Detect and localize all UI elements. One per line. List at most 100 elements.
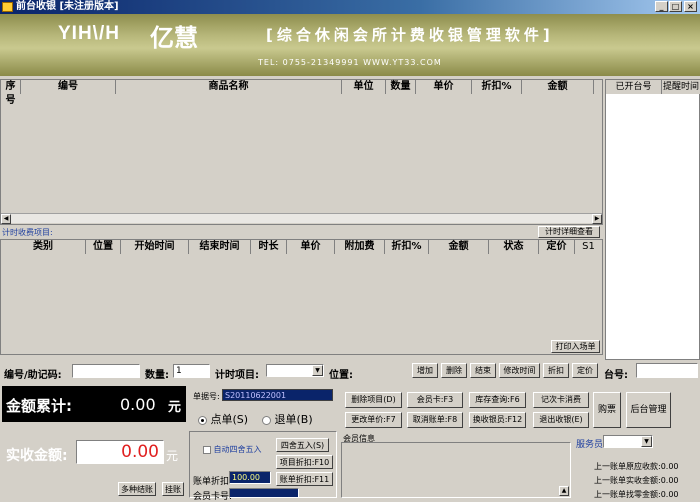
code-input[interactable]: [72, 364, 140, 378]
timed-header-start: 开始时间: [121, 240, 189, 254]
goods-header-unit: 单位: [342, 80, 386, 94]
timed-header-status: 状态: [489, 240, 539, 254]
table-no-input[interactable]: [636, 363, 698, 378]
timed-header-surcharge: 附加费: [335, 240, 385, 254]
end-timed-button[interactable]: 结束: [470, 363, 496, 378]
brand-logo-en: YIH\/H: [58, 23, 120, 44]
minimize-button[interactable]: _: [655, 1, 668, 12]
timed-header-category: 类别: [1, 240, 86, 254]
last-received: 上一账单实收金额:0.00: [594, 476, 679, 485]
item-discount-button[interactable]: 项目折扣:F10: [276, 455, 333, 469]
auto-round-checkbox[interactable]: 自动四舍五入: [203, 444, 262, 455]
maximize-button[interactable]: □: [669, 1, 682, 12]
order-discount-label: 账单折扣:: [193, 477, 233, 487]
radio-selected-icon[interactable]: [198, 415, 207, 425]
order-no-label: 单据号:: [193, 392, 220, 401]
timed-header-position: 位置: [86, 240, 121, 254]
round-button[interactable]: 四舍五入(S): [276, 438, 329, 452]
position-label: 位置:: [329, 370, 353, 381]
change-price-button[interactable]: 更改单价:F7: [345, 412, 402, 428]
member-card-input[interactable]: [229, 488, 299, 498]
pricing-button[interactable]: 定价: [572, 363, 598, 378]
member-card-button[interactable]: 会员卡:F3: [407, 392, 463, 408]
timed-detail-button[interactable]: 计时详细查看: [538, 226, 600, 238]
auto-round-label: 自动四舍五入: [213, 445, 262, 454]
buy-ticket-button[interactable]: 购票: [593, 392, 621, 428]
mode-return-label: 退单(B): [274, 413, 313, 426]
total-panel: 金额累计: 0.00 元: [2, 386, 186, 422]
discount-button[interactable]: 折扣: [543, 363, 569, 378]
timed-card-button[interactable]: 记次卡消费: [533, 392, 589, 408]
staff-select[interactable]: ▼: [603, 435, 653, 448]
radio-icon[interactable]: [262, 415, 271, 425]
logout-button[interactable]: 退出收银(E): [533, 412, 589, 428]
change-cashier-button[interactable]: 换收银员:F12: [469, 412, 526, 428]
close-button[interactable]: ×: [684, 1, 697, 12]
timed-header-amount: 金额: [429, 240, 489, 254]
brand-contact: TEL: 0755-21349991 WWW.YT33.COM: [258, 58, 442, 67]
goods-table[interactable]: 序号 编号 商品名称 单位 数量 单价 折扣% 金额 ◀ ▶: [0, 79, 603, 225]
timed-section-label: 计时收费项目:: [2, 228, 53, 237]
member-card-label: 会员卡号:: [193, 492, 233, 502]
qty-input[interactable]: 1: [173, 364, 210, 378]
scroll-left-icon[interactable]: ◀: [1, 214, 11, 224]
print-ticket-button[interactable]: 打印入场单: [551, 340, 600, 353]
timed-header-s1: S1: [575, 240, 602, 254]
open-tables-list[interactable]: 已开台号 提醒时间: [605, 79, 700, 360]
open-tables-header-remind: 提醒时间: [662, 80, 700, 94]
timed-header-duration: 时长: [251, 240, 287, 254]
mode-order[interactable]: 点单(S): [198, 411, 248, 427]
member-info-box: ▲: [341, 442, 571, 498]
chevron-down-icon[interactable]: ▼: [312, 365, 323, 376]
goods-header-qty: 数量: [386, 80, 416, 94]
goods-header-code: 编号: [21, 80, 116, 94]
multi-pay-button[interactable]: 多种结账: [118, 482, 156, 496]
timed-header-end: 结束时间: [189, 240, 251, 254]
brand-logo-cn: 亿慧: [150, 24, 198, 52]
mode-order-label: 点单(S): [210, 413, 249, 426]
app-icon: [2, 2, 13, 12]
timed-item-label: 计时项目:: [215, 370, 259, 381]
modify-time-button[interactable]: 修改时间: [499, 363, 540, 378]
total-label: 金额累计:: [6, 397, 72, 415]
backend-button[interactable]: 后台管理: [626, 392, 671, 428]
brand-slogan: [综合休闲会所计费收银管理软件]: [266, 26, 554, 44]
table-no-label: 台号:: [604, 370, 628, 381]
chevron-down-icon[interactable]: ▼: [641, 436, 652, 447]
timed-item-select[interactable]: ▼: [266, 364, 324, 377]
timed-table[interactable]: 类别 位置 开始时间 结束时间 时长 单价 附加费 折扣% 金额 状态 定价 S…: [0, 239, 603, 355]
last-change: 上一账单找零金额:0.00: [594, 490, 679, 499]
order-discount-button[interactable]: 账单折扣:F11: [276, 472, 333, 486]
code-label: 编号/助记码:: [4, 370, 62, 381]
goods-header-amount: 金额: [522, 80, 594, 94]
staff-label: 服务员: [576, 440, 604, 450]
order-no-value: S20110622001: [222, 389, 333, 401]
cancel-order-button[interactable]: 取消账单:F8: [407, 412, 463, 428]
qty-label: 数量:: [145, 370, 169, 381]
delete-timed-button[interactable]: 删除: [441, 363, 467, 378]
timed-header-price: 单价: [287, 240, 335, 254]
order-discount-input[interactable]: 100.00: [229, 471, 271, 484]
delete-item-button[interactable]: 删除项目(D): [345, 392, 402, 408]
stock-query-button[interactable]: 库存查询:F6: [469, 392, 526, 408]
hold-button[interactable]: 挂账: [162, 482, 184, 496]
timed-header-pricing: 定价: [539, 240, 575, 254]
window-title: 前台收银 [未注册版本]: [16, 1, 119, 12]
mode-return[interactable]: 退单(B): [262, 411, 313, 427]
open-tables-header-table: 已开台号: [606, 80, 662, 94]
received-currency: 元: [166, 449, 179, 463]
goods-header-index: 序号: [1, 80, 21, 106]
scroll-right-icon[interactable]: ▶: [592, 214, 602, 224]
total-currency: 元: [168, 400, 182, 415]
last-due: 上一账单原应收款:0.00: [594, 462, 679, 471]
goods-header-price: 单价: [416, 80, 472, 94]
total-value: 0.00: [120, 395, 156, 414]
window-titlebar: 前台收银 [未注册版本] _ □ ×: [0, 0, 700, 14]
add-timed-button[interactable]: 增加: [412, 363, 438, 378]
timed-header-discount: 折扣%: [385, 240, 429, 254]
received-input[interactable]: 0.00: [76, 440, 164, 464]
checkbox-icon[interactable]: [203, 445, 211, 454]
scroll-down-icon[interactable]: ▲: [559, 486, 569, 496]
goods-hscroll[interactable]: ◀ ▶: [1, 213, 602, 224]
goods-header-name: 商品名称: [116, 80, 342, 94]
